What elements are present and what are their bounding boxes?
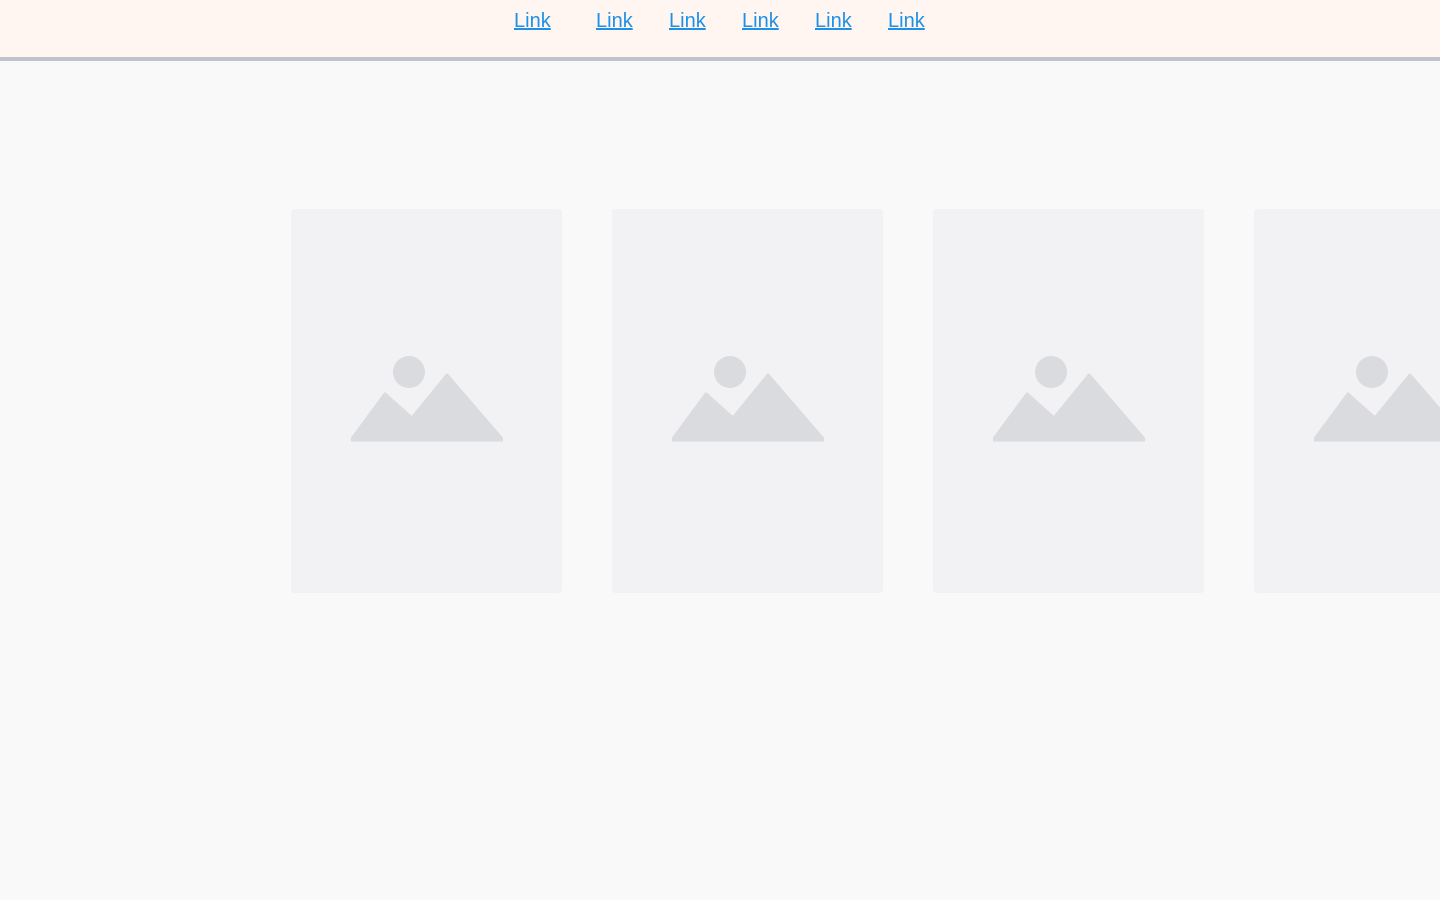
nav-link-4[interactable]: Link <box>742 8 779 34</box>
image-card-3[interactable] <box>933 209 1204 593</box>
image-card-4[interactable] <box>1254 209 1440 593</box>
image-placeholder-icon <box>351 356 503 442</box>
image-placeholder-icon <box>672 356 824 442</box>
nav-link-2[interactable]: Link <box>596 8 633 34</box>
nav-link-5[interactable]: Link <box>815 8 852 34</box>
image-carousel <box>0 61 1440 900</box>
image-card-1[interactable] <box>291 209 562 593</box>
image-placeholder-icon <box>993 356 1145 442</box>
nav-link-3[interactable]: Link <box>669 8 706 34</box>
nav-link-6[interactable]: Link <box>888 8 925 34</box>
top-navigation: Link Link Link Link Link Link <box>0 0 1440 61</box>
image-placeholder-icon <box>1314 356 1440 442</box>
image-card-2[interactable] <box>612 209 883 593</box>
nav-link-1[interactable]: Link <box>514 8 551 34</box>
